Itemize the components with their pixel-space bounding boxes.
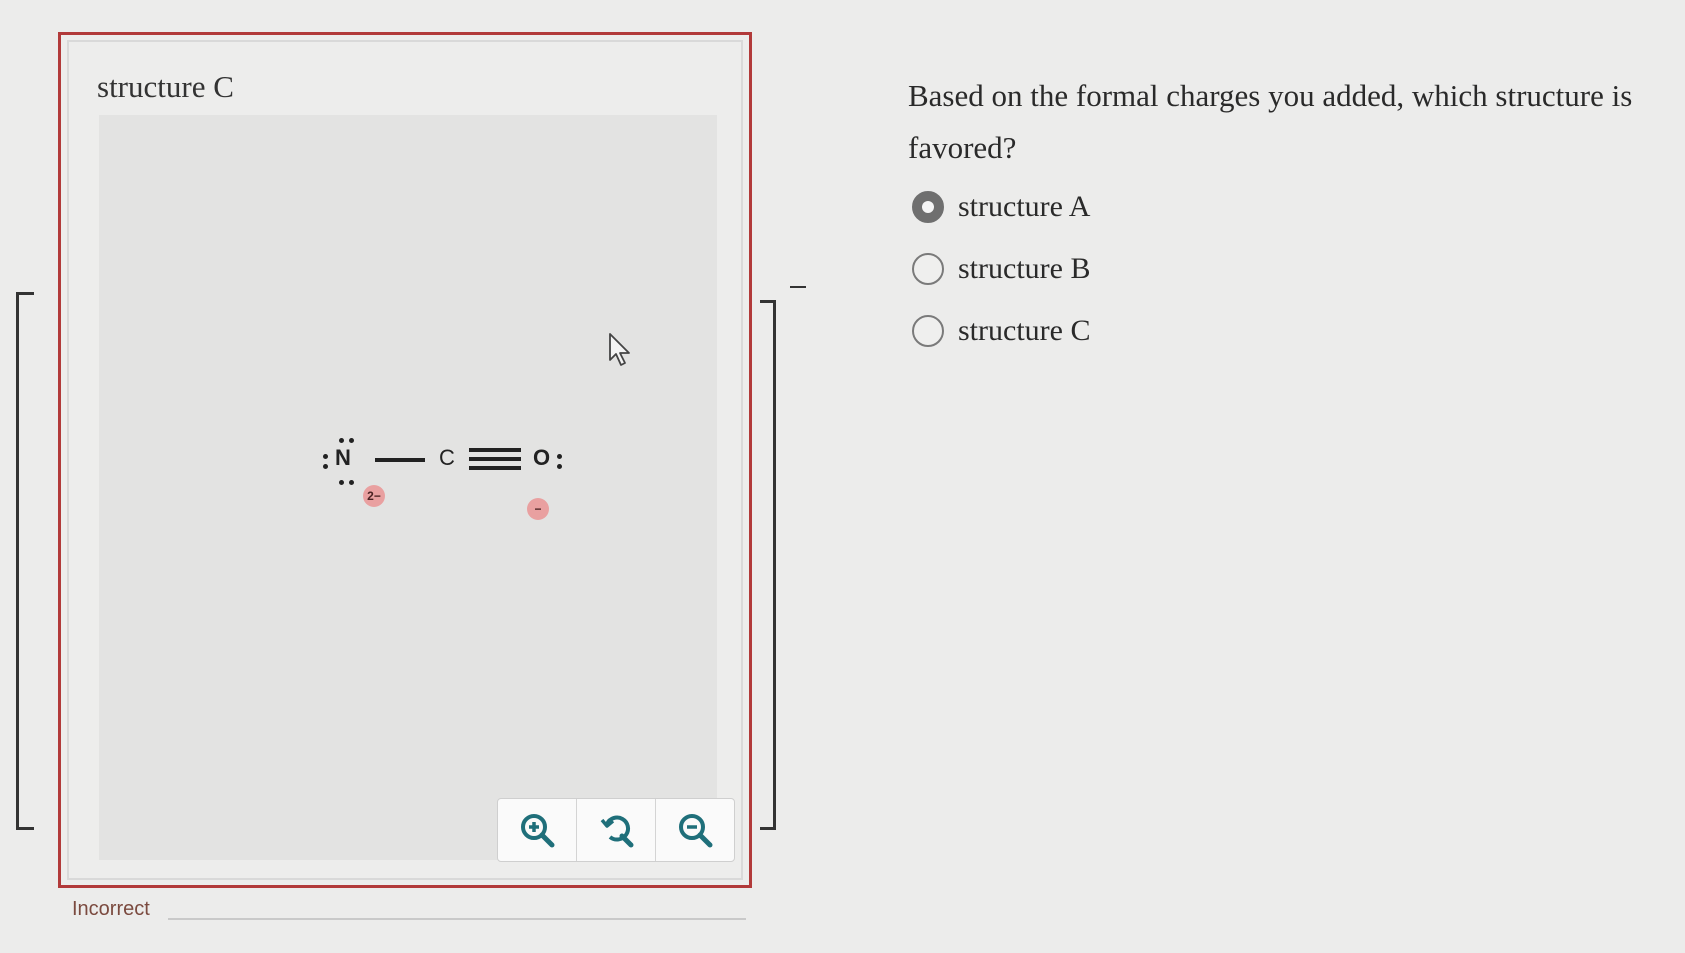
- lone-pair-dot: [349, 480, 354, 485]
- atom-oxygen[interactable]: O: [533, 445, 550, 471]
- charge-badge-oxygen[interactable]: −: [527, 498, 549, 520]
- right-bracket: [760, 300, 776, 830]
- triple-bond[interactable]: [469, 448, 521, 474]
- drawing-canvas[interactable]: N 2− C O −: [99, 115, 735, 862]
- radio-button-selected[interactable]: [912, 191, 944, 223]
- atom-carbon[interactable]: C: [439, 445, 455, 471]
- radio-button[interactable]: [912, 253, 944, 285]
- option-structure-b[interactable]: structure B: [912, 238, 1090, 300]
- option-structure-a[interactable]: structure A: [912, 176, 1090, 238]
- panel-title: structure C: [97, 69, 234, 104]
- structure-panel: structure C N 2− C O −: [58, 32, 752, 888]
- reset-view-button[interactable]: [577, 799, 656, 861]
- zoom-toolbar: [497, 798, 735, 862]
- lone-pair-dot: [339, 438, 344, 443]
- left-bracket: [16, 292, 34, 830]
- radio-button[interactable]: [912, 315, 944, 347]
- question-text: Based on the formal charges you added, w…: [908, 78, 1633, 165]
- answer-options: structure A structure B structure C: [912, 176, 1090, 362]
- undo-reset-icon: [600, 815, 634, 848]
- option-label: structure B: [958, 252, 1091, 285]
- feedback-divider: [168, 918, 746, 920]
- feedback-incorrect-label: Incorrect: [72, 898, 150, 920]
- lone-pair-dot: [349, 438, 354, 443]
- lone-pair-dot: [323, 464, 328, 469]
- lone-pair-dot: [323, 454, 328, 459]
- charge-badge-nitrogen[interactable]: 2−: [363, 485, 385, 507]
- option-label: structure A: [958, 190, 1091, 223]
- page: structure C N 2− C O − Incorrect Based o…: [0, 0, 1685, 953]
- single-bond[interactable]: [375, 458, 425, 462]
- zoom-out-icon: [679, 814, 713, 848]
- atom-nitrogen[interactable]: N: [335, 445, 351, 471]
- option-structure-c[interactable]: structure C: [912, 300, 1090, 362]
- lone-pair-dot: [557, 454, 562, 459]
- zoom-in-icon: [521, 814, 555, 848]
- lone-pair-dot: [339, 480, 344, 485]
- bracket-charge-sign: [790, 286, 806, 288]
- zoom-in-button[interactable]: [498, 799, 577, 861]
- option-label: structure C: [958, 314, 1091, 347]
- mouse-cursor-icon: [609, 333, 630, 366]
- lone-pair-dot: [557, 464, 562, 469]
- zoom-out-button[interactable]: [656, 799, 734, 861]
